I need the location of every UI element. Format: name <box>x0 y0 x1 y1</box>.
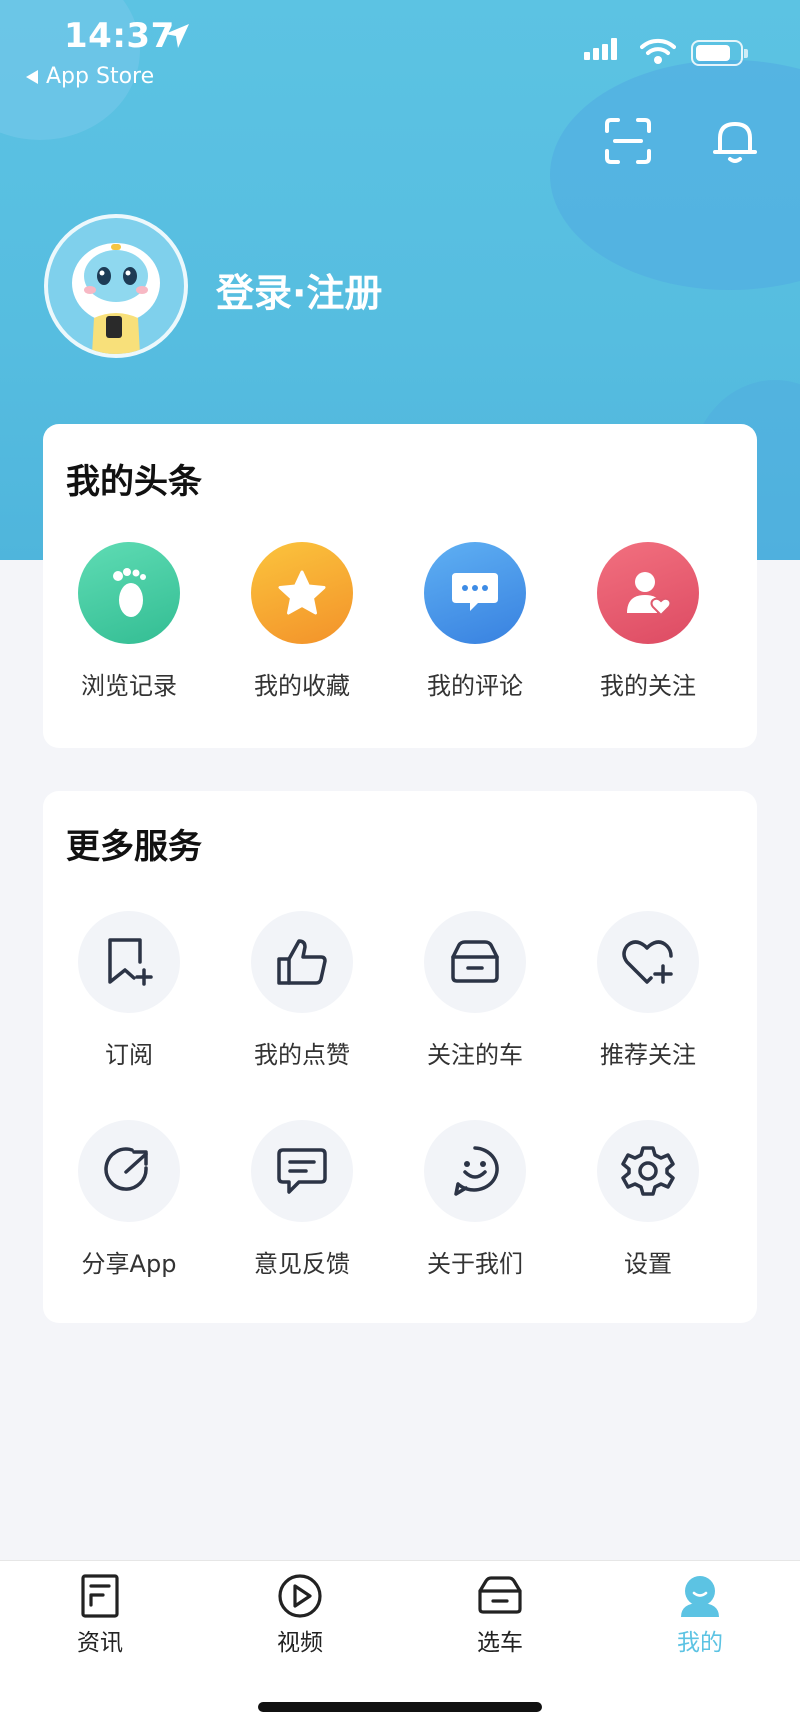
user-heart-icon <box>597 542 699 644</box>
share-icon <box>78 1120 180 1222</box>
feedback-item[interactable]: 意见反馈 <box>222 1120 382 1279</box>
bell-icon[interactable] <box>710 116 760 166</box>
my-favorites-item[interactable]: 我的收藏 <box>222 542 382 701</box>
tab-news[interactable]: 资讯 <box>40 1571 160 1657</box>
about-us-label: 关于我们 <box>427 1250 523 1278</box>
tab-select-car-label: 选车 <box>477 1630 523 1656</box>
profile-icon <box>681 1576 719 1617</box>
footprint-icon <box>78 542 180 644</box>
back-arrow-icon <box>26 69 38 84</box>
browse-history-item[interactable]: 浏览记录 <box>49 542 209 701</box>
my-comments-item[interactable]: 我的评论 <box>395 542 555 701</box>
my-follows-label: 我的关注 <box>600 672 696 700</box>
gear-icon <box>597 1120 699 1222</box>
bookmark-plus-icon <box>78 911 180 1013</box>
tab-mine[interactable]: 我的 <box>640 1571 760 1657</box>
back-label: App Store <box>46 64 155 89</box>
battery-icon <box>691 40 748 66</box>
location-arrow-icon <box>165 24 189 48</box>
subscribe-item[interactable]: 订阅 <box>49 911 209 1070</box>
followed-cars-label: 关注的车 <box>427 1041 523 1069</box>
feedback-icon <box>251 1120 353 1222</box>
tab-video[interactable]: 视频 <box>240 1571 360 1657</box>
heart-plus-icon <box>597 911 699 1013</box>
my-headlines-title: 我的头条 <box>66 462 202 502</box>
my-comments-label: 我的评论 <box>427 672 523 700</box>
mascot-icon <box>72 243 160 354</box>
home-indicator <box>258 1702 542 1712</box>
my-headlines-card: 我的头条 浏览记录 我的收藏 我的评论 我的关注 <box>43 424 757 748</box>
car-icon <box>478 1576 522 1614</box>
smile-icon <box>424 1120 526 1222</box>
tab-news-label: 资讯 <box>77 1630 123 1656</box>
avatar[interactable] <box>44 214 188 358</box>
feedback-label: 意见反馈 <box>254 1250 350 1278</box>
play-icon <box>278 1574 322 1618</box>
more-services-card: 更多服务 订阅 我的点赞 关注的车 推荐关注 分享App 意见反馈 关于我们 设… <box>43 791 757 1323</box>
login-register-link[interactable]: 登录·注册 <box>216 262 382 317</box>
my-follows-item[interactable]: 我的关注 <box>568 542 728 701</box>
back-to-app-store[interactable]: App Store <box>26 64 154 89</box>
share-app-label: 分享App <box>81 1250 177 1278</box>
recommended-follows-item[interactable]: 推荐关注 <box>568 911 728 1070</box>
star-icon <box>251 542 353 644</box>
browse-history-label: 浏览记录 <box>81 672 177 700</box>
my-likes-label: 我的点赞 <box>254 1041 350 1069</box>
about-us-item[interactable]: 关于我们 <box>395 1120 555 1279</box>
settings-item[interactable]: 设置 <box>568 1120 728 1279</box>
wifi-icon <box>640 38 676 64</box>
share-app-item[interactable]: 分享App <box>49 1120 209 1279</box>
status-time: 14:37 <box>64 16 175 56</box>
settings-label: 设置 <box>624 1250 672 1278</box>
comment-icon <box>424 542 526 644</box>
recommended-follows-label: 推荐关注 <box>600 1041 696 1069</box>
my-favorites-label: 我的收藏 <box>254 672 350 700</box>
tab-mine-label: 我的 <box>677 1630 723 1656</box>
car-icon <box>424 911 526 1013</box>
tab-video-label: 视频 <box>277 1630 323 1656</box>
my-likes-item[interactable]: 我的点赞 <box>222 911 382 1070</box>
scan-icon[interactable] <box>603 116 653 166</box>
cellular-signal-icon <box>584 38 617 60</box>
thumbs-up-icon <box>251 911 353 1013</box>
more-services-title: 更多服务 <box>66 827 202 867</box>
tab-select-car[interactable]: 选车 <box>440 1571 560 1657</box>
subscribe-label: 订阅 <box>105 1041 153 1069</box>
news-icon <box>81 1574 119 1618</box>
followed-cars-item[interactable]: 关注的车 <box>395 911 555 1070</box>
